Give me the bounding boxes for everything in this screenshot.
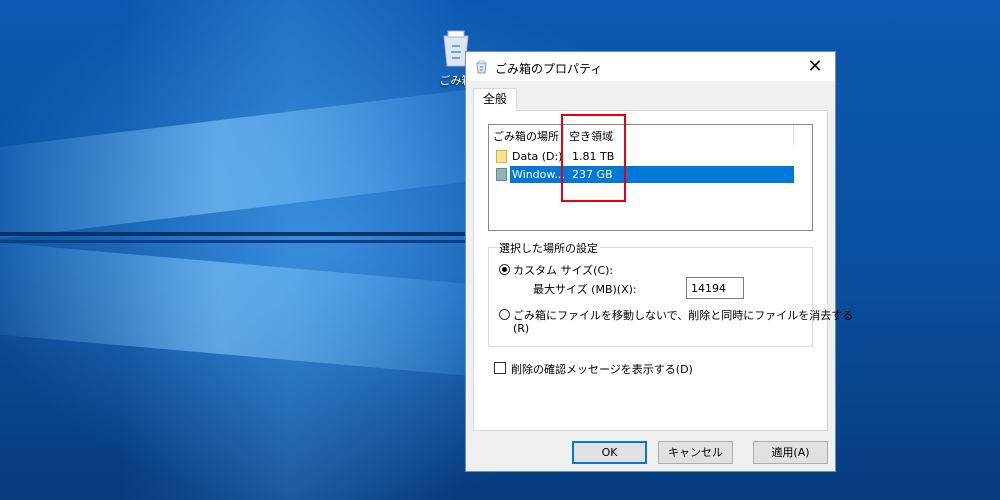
- wallpaper-light: [120, 0, 460, 500]
- confirm-delete-checkbox[interactable]: [494, 362, 506, 374]
- ok-button-label: OK: [601, 446, 618, 459]
- apply-button-label: 適用(A): [771, 446, 810, 459]
- delete-immediately-label-accelerator[interactable]: (R): [513, 322, 529, 335]
- tab-general[interactable]: 全般: [473, 88, 517, 111]
- custom-size-label[interactable]: カスタム サイズ(C):: [513, 262, 613, 278]
- group-title: 選択した場所の設定: [497, 240, 600, 256]
- free-space-value: 1.81 TB: [572, 150, 615, 163]
- location-name: Window...: [510, 166, 566, 183]
- location-name: Data (D:): [512, 150, 563, 163]
- cancel-button-label: キャンセル: [668, 446, 723, 459]
- delete-immediately-label[interactable]: ごみ箱にファイルを移動しないで、削除と同時にファイルを消去する: [513, 307, 853, 323]
- recycle-bin-location-list[interactable]: ごみ箱の場所 空き領域 Data (D:) 1.81 TB Window... …: [488, 124, 813, 231]
- max-size-label: 最大サイズ (MB)(X):: [533, 283, 637, 296]
- max-size-input[interactable]: [686, 277, 744, 299]
- column-divider[interactable]: [793, 125, 794, 145]
- free-space-value: 237 GB: [566, 166, 794, 183]
- column-header-free-space[interactable]: 空き領域: [569, 128, 613, 144]
- list-header: ごみ箱の場所 空き領域: [489, 125, 812, 145]
- ok-button[interactable]: OK: [572, 441, 647, 464]
- system-drive-icon: [496, 168, 507, 181]
- title-bar[interactable]: ごみ箱のプロパティ ✕: [466, 52, 835, 81]
- list-item-windows-drive[interactable]: Window... 237 GB: [491, 166, 794, 183]
- wallpaper-seam: [0, 240, 470, 243]
- general-tab-panel: ごみ箱の場所 空き領域 Data (D:) 1.81 TB Window... …: [473, 110, 853, 431]
- column-header-location[interactable]: ごみ箱の場所: [493, 128, 559, 144]
- delete-immediately-radio[interactable]: [499, 309, 510, 320]
- recycle-bin-icon: [476, 60, 487, 74]
- close-icon: ✕: [807, 56, 823, 77]
- confirm-delete-label[interactable]: 削除の確認メッセージを表示する(D): [511, 361, 693, 377]
- close-button[interactable]: ✕: [795, 52, 835, 81]
- tab-label: 全般: [482, 92, 507, 106]
- dialog-title: ごみ箱のプロパティ: [495, 62, 603, 76]
- list-item-data-drive[interactable]: Data (D:) 1.81 TB: [491, 148, 793, 165]
- cancel-button[interactable]: キャンセル: [658, 441, 733, 464]
- apply-button[interactable]: 適用(A): [753, 441, 828, 464]
- wallpaper-seam: [0, 232, 470, 236]
- drive-icon: [496, 150, 507, 163]
- selected-location-settings-group: 選択した場所の設定 カスタム サイズ(C): 最大サイズ (MB)(X): ごみ…: [488, 240, 853, 347]
- recycle-bin-properties-dialog: ごみ箱のプロパティ ✕ 全般 ごみ箱の場所 空き領域 Data (D:) 1.8…: [465, 51, 853, 472]
- column-divider[interactable]: [563, 125, 564, 145]
- custom-size-radio[interactable]: [499, 264, 510, 275]
